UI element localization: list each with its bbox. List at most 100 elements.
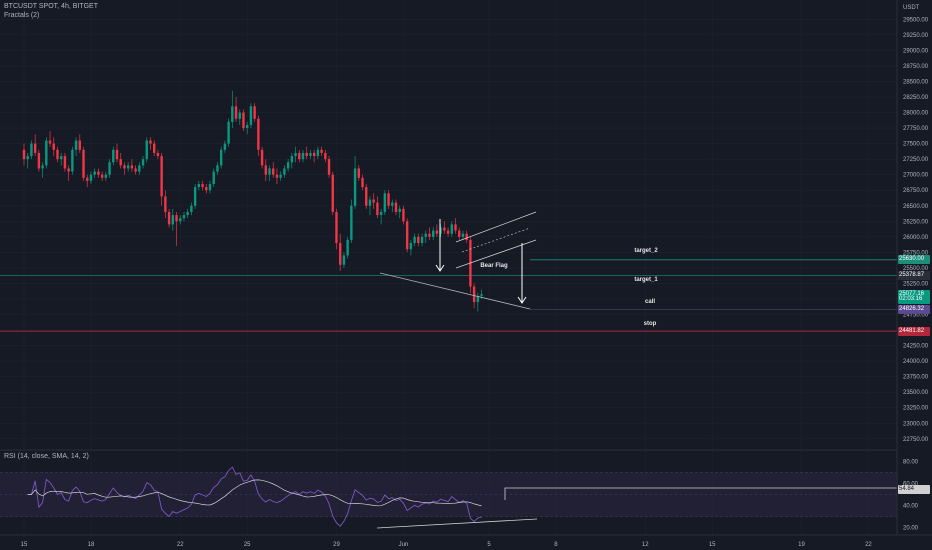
candle-body[interactable]: [56, 149, 59, 160]
candle-body[interactable]: [279, 174, 282, 178]
candle-body[interactable]: [82, 149, 85, 178]
candle-body[interactable]: [409, 243, 413, 250]
candle-body[interactable]: [216, 165, 219, 172]
candle-body[interactable]: [405, 221, 409, 250]
candle-body[interactable]: [335, 211, 338, 244]
candle-body[interactable]: [272, 168, 275, 175]
candle-body[interactable]: [115, 149, 119, 160]
candle-body[interactable]: [208, 184, 212, 191]
candle-body[interactable]: [167, 211, 171, 225]
candle-body[interactable]: [372, 199, 375, 203]
candle-body[interactable]: [257, 118, 260, 150]
candle-body[interactable]: [100, 174, 104, 178]
candle-body[interactable]: [472, 286, 476, 303]
candle-body[interactable]: [309, 152, 312, 157]
candle-body[interactable]: [249, 106, 253, 125]
candle-body[interactable]: [420, 236, 424, 244]
candle-body[interactable]: [231, 106, 234, 122]
price-chart[interactable]: target_2 target_1 call stop Bear Flag US…: [0, 0, 932, 550]
candle-body[interactable]: [201, 184, 204, 188]
candle-body[interactable]: [443, 227, 446, 231]
candle-body[interactable]: [238, 112, 241, 119]
candle-body[interactable]: [74, 140, 78, 150]
candle-body[interactable]: [301, 152, 305, 160]
candle-body[interactable]: [428, 233, 431, 237]
fractals-indicator-label[interactable]: Fractals (2): [4, 12, 39, 19]
candle-body[interactable]: [379, 211, 383, 216]
candle-body[interactable]: [465, 233, 468, 240]
candle-body[interactable]: [398, 208, 401, 212]
candle-body[interactable]: [63, 156, 67, 169]
candle-body[interactable]: [134, 168, 137, 172]
candle-body[interactable]: [387, 193, 390, 206]
candle-body[interactable]: [26, 156, 29, 160]
candle-body[interactable]: [234, 106, 238, 119]
candle-body[interactable]: [52, 143, 55, 150]
rsi-divergence-line[interactable]: [376, 518, 538, 529]
candle-body[interactable]: [324, 152, 327, 160]
flag-upper-line[interactable]: [455, 211, 537, 243]
candle-body[interactable]: [376, 202, 379, 216]
candle-body[interactable]: [160, 156, 163, 197]
candle-body[interactable]: [246, 124, 249, 129]
candle-body[interactable]: [71, 149, 74, 172]
candle-body[interactable]: [353, 168, 357, 206]
candle-body[interactable]: [93, 171, 96, 175]
candle-body[interactable]: [312, 152, 316, 157]
candle-body[interactable]: [197, 184, 201, 188]
candle-body[interactable]: [108, 162, 111, 175]
candle-body[interactable]: [305, 152, 308, 157]
rsi-pane[interactable]: [0, 466, 897, 527]
candle-body[interactable]: [138, 165, 141, 172]
candle-body[interactable]: [413, 236, 416, 244]
candle-body[interactable]: [193, 187, 197, 206]
candle-body[interactable]: [435, 230, 439, 234]
candle-body[interactable]: [97, 171, 100, 175]
candle-body[interactable]: [41, 165, 44, 169]
flag-mid-line[interactable]: [461, 227, 531, 253]
candle-body[interactable]: [171, 215, 174, 225]
candle-body[interactable]: [290, 156, 294, 163]
candle-body[interactable]: [242, 112, 245, 129]
candle-body[interactable]: [179, 218, 182, 222]
candle-body[interactable]: [30, 143, 33, 157]
candles[interactable]: [22, 90, 483, 312]
candle-body[interactable]: [119, 159, 122, 166]
candle-body[interactable]: [342, 255, 346, 265]
candle-body[interactable]: [383, 193, 387, 212]
candle-body[interactable]: [164, 196, 167, 212]
candle-body[interactable]: [112, 149, 115, 163]
candle-body[interactable]: [264, 165, 267, 175]
candle-body[interactable]: [424, 233, 427, 237]
candle-body[interactable]: [327, 159, 331, 175]
candle-body[interactable]: [141, 159, 145, 166]
candle-body[interactable]: [368, 199, 372, 206]
candle-body[interactable]: [48, 140, 52, 144]
candle-body[interactable]: [331, 174, 334, 212]
candle-body[interactable]: [446, 230, 450, 234]
candle-body[interactable]: [182, 215, 186, 219]
candle-body[interactable]: [454, 224, 457, 231]
candle-body[interactable]: [365, 187, 368, 206]
candle-body[interactable]: [298, 152, 301, 160]
candle-body[interactable]: [346, 239, 349, 256]
candle-body[interactable]: [391, 202, 394, 206]
rsi-indicator-label[interactable]: RSI (14, close, SMA, 14, 2): [4, 453, 89, 460]
candle-body[interactable]: [123, 165, 126, 169]
candle-body[interactable]: [339, 243, 342, 265]
candle-body[interactable]: [253, 106, 256, 119]
candle-body[interactable]: [417, 236, 420, 244]
candle-body[interactable]: [78, 140, 81, 150]
candle-body[interactable]: [153, 143, 156, 153]
candle-body[interactable]: [450, 224, 453, 234]
candle-body[interactable]: [357, 168, 360, 178]
candle-body[interactable]: [268, 168, 271, 175]
candle-body[interactable]: [219, 149, 223, 166]
candle-body[interactable]: [361, 177, 364, 188]
wedge-lower-line[interactable]: [379, 272, 531, 310]
candle-body[interactable]: [227, 121, 230, 144]
candle-body[interactable]: [186, 211, 189, 216]
candle-body[interactable]: [223, 143, 227, 150]
candle-body[interactable]: [126, 165, 130, 169]
candle-body[interactable]: [461, 233, 465, 237]
